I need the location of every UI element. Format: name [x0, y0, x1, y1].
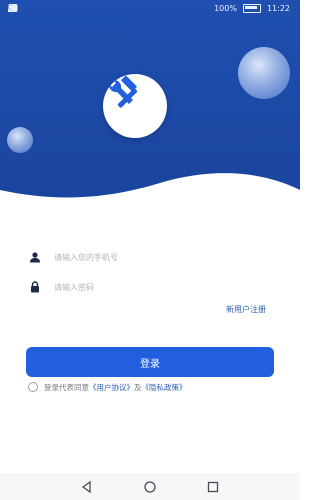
clock-time: 11:22: [266, 4, 290, 13]
phone-input[interactable]: 请输入您的手机号: [54, 252, 118, 263]
battery-icon: [242, 4, 261, 13]
circle-home-icon[interactable]: [143, 479, 157, 493]
sim-icon: [9, 4, 44, 12]
status-icons-left: [8, 4, 70, 12]
user-agreement-link[interactable]: 《用户协议》: [89, 382, 134, 393]
wifi-icon: [9, 4, 70, 12]
navigation-bar: [0, 473, 300, 500]
password-field[interactable]: 请输入密码: [28, 274, 272, 300]
battery-percent: 100%: [214, 4, 237, 13]
tools-icon: [108, 75, 138, 108]
user-icon: [28, 250, 42, 264]
decorative-orb-small: [7, 127, 33, 153]
phone-field[interactable]: 请输入您的手机号: [28, 244, 272, 270]
status-bar: 100% 11:22: [0, 0, 300, 18]
message-icon: [8, 4, 57, 12]
agreement-prefix: 登录代表同意: [44, 382, 89, 392]
password-input[interactable]: 请输入密码: [54, 282, 94, 293]
new-user-register-link[interactable]: 新用户注册: [226, 304, 266, 315]
triangle-back-icon[interactable]: [80, 479, 94, 494]
agreement-and: 及: [134, 382, 142, 392]
app-logo: [103, 74, 167, 138]
lock-icon: [28, 280, 42, 294]
login-button[interactable]: 登录: [26, 347, 274, 377]
header-background: 100% 11:22: [0, 0, 300, 250]
status-icons-right: 100% 11:22: [214, 4, 290, 13]
square-recent-icon[interactable]: [206, 479, 220, 493]
agreement-checkbox[interactable]: [28, 382, 38, 392]
agreement-row: 登录代表同意 《用户协议》 及 《隐私政策》: [28, 381, 187, 393]
privacy-policy-link[interactable]: 《隐私政策》: [142, 382, 187, 393]
login-screen: 100% 11:22 请输入您的手机号 请输入密码 新用户注册 登录 登录代表同…: [0, 0, 300, 500]
signal-icon-2: [8, 4, 31, 12]
decorative-orb-large: [238, 47, 290, 99]
